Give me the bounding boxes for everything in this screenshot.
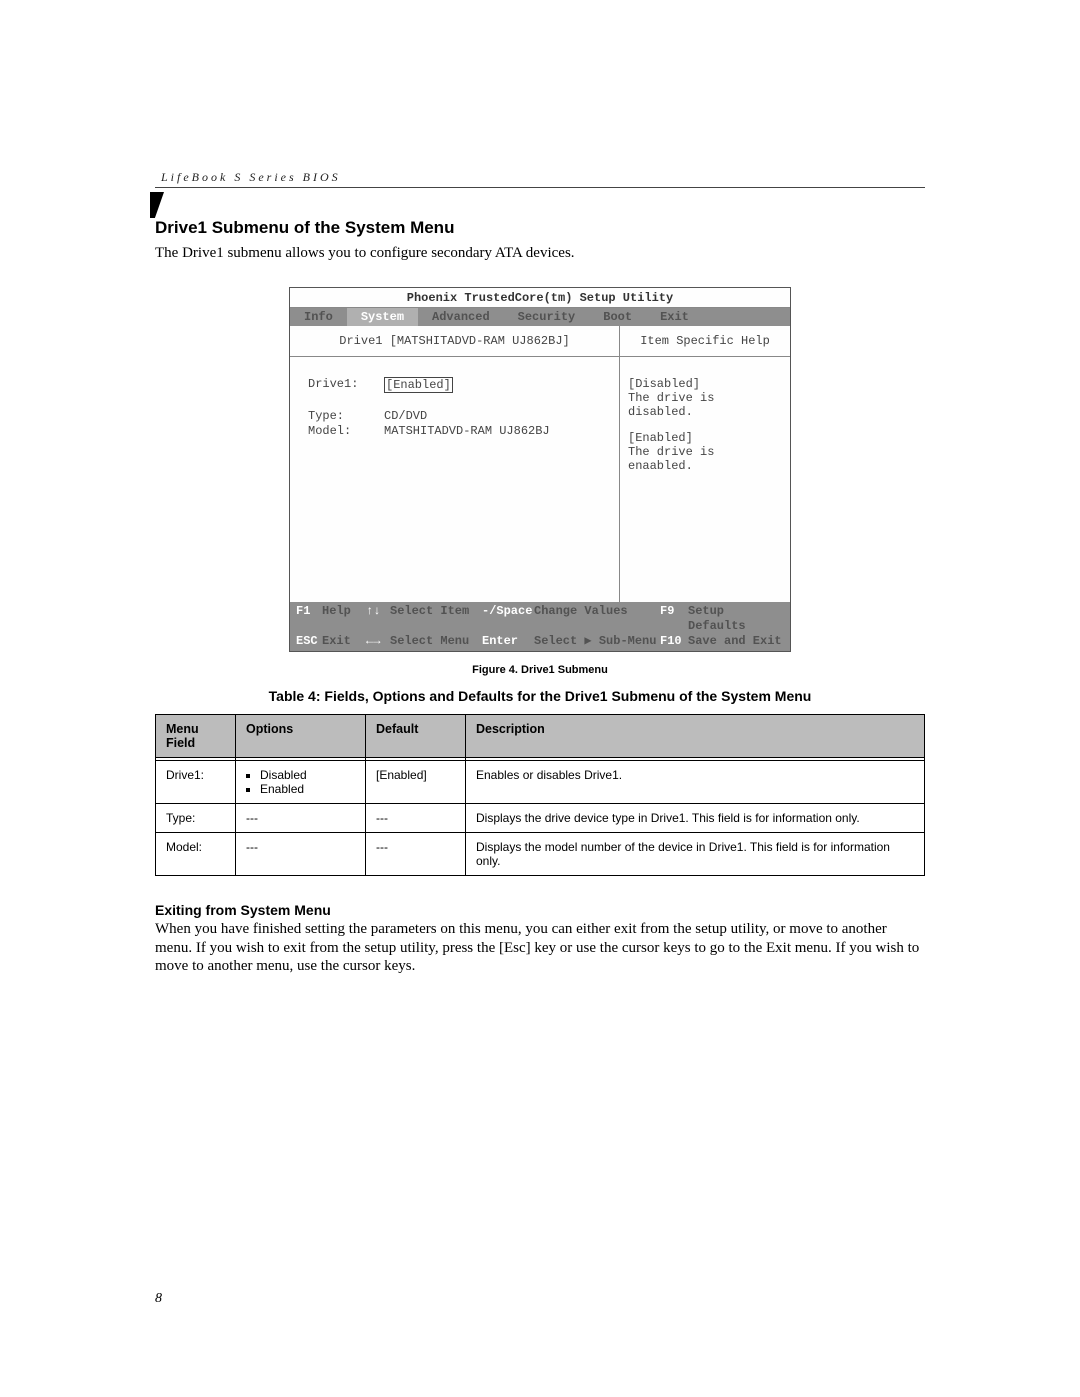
hotkey-f9-label: Setup Defaults: [688, 604, 784, 634]
table-row: Type: --- --- Displays the drive device …: [156, 803, 925, 832]
hotkey-space: -/Space: [482, 604, 534, 634]
bios-title: Phoenix TrustedCore(tm) Setup Utility: [290, 288, 790, 308]
hotkey-esc: ESC: [296, 634, 322, 649]
cell-default: ---: [366, 803, 466, 832]
bios-help-content: [Disabled] The drive is disabled. [Enabl…: [620, 357, 790, 602]
bios-window: Phoenix TrustedCore(tm) Setup Utility In…: [289, 287, 791, 652]
th-options: Options: [236, 714, 366, 757]
bios-tab-advanced[interactable]: Advanced: [418, 308, 504, 326]
hotkey-updown-icon: ↑↓: [366, 604, 390, 634]
table-row: Drive1: Disabled Enabled [Enabled] Enabl…: [156, 760, 925, 803]
cell-desc: Displays the model number of the device …: [466, 832, 925, 875]
th-description: Description: [466, 714, 925, 757]
help-disabled-text: The drive is disabled.: [628, 391, 782, 419]
section-intro: The Drive1 submenu allows you to configu…: [155, 244, 925, 263]
page-number: 8: [155, 1291, 162, 1307]
cell-desc: Enables or disables Drive1.: [466, 760, 925, 803]
hotkey-leftright-icon: ←→: [366, 634, 390, 649]
bios-type-label: Type:: [308, 409, 384, 423]
bios-model-value: MATSHITADVD-RAM UJ862BJ: [384, 424, 550, 438]
hotkey-leftright-label: Select Menu: [390, 634, 482, 649]
cell-desc: Displays the drive device type in Drive1…: [466, 803, 925, 832]
bios-tab-system[interactable]: System: [347, 308, 418, 326]
hotkey-f10-label: Save and Exit: [688, 634, 784, 649]
bios-help-header: Item Specific Help: [620, 326, 790, 357]
bios-tab-boot[interactable]: Boot: [589, 308, 646, 326]
cell-options: ---: [236, 832, 366, 875]
hotkey-space-label: Change Values: [534, 604, 660, 634]
option-item: Disabled: [260, 768, 355, 782]
cell-default: [Enabled]: [366, 760, 466, 803]
cell-field: Type:: [156, 803, 236, 832]
hotkey-enter-label: Select ▶ Sub-Menu: [534, 634, 660, 649]
bios-tab-exit[interactable]: Exit: [646, 308, 703, 326]
bios-tab-info[interactable]: Info: [290, 308, 347, 326]
bios-type-value: CD/DVD: [384, 409, 427, 423]
running-header: LifeBook S Series BIOS: [155, 170, 925, 188]
th-default: Default: [366, 714, 466, 757]
th-menu-field: Menu Field: [156, 714, 236, 757]
hotkey-f10: F10: [660, 634, 688, 649]
cell-options: Disabled Enabled: [236, 760, 366, 803]
header-triangle-icon: [150, 192, 164, 218]
bios-tab-bar: Info System Advanced Security Boot Exit: [290, 308, 790, 326]
cell-options: ---: [236, 803, 366, 832]
help-enabled-head: [Enabled]: [628, 431, 782, 445]
hotkey-enter: Enter: [482, 634, 534, 649]
hotkey-f1-label: Help: [322, 604, 366, 634]
bios-drive-value[interactable]: [Enabled]: [384, 377, 453, 393]
figure-caption: Figure 4. Drive1 Submenu: [155, 664, 925, 676]
hotkey-esc-label: Exit: [322, 634, 366, 649]
hotkey-f9: F9: [660, 604, 688, 634]
bios-tab-security[interactable]: Security: [504, 308, 590, 326]
bios-left-header: Drive1 [MATSHITADVD-RAM UJ862BJ]: [290, 326, 619, 357]
section-title: Drive1 Submenu of the System Menu: [155, 218, 925, 238]
help-enabled-text: The drive is enaabled.: [628, 445, 782, 473]
cell-field: Drive1:: [156, 760, 236, 803]
bios-left-content: Drive1: [Enabled] Type: CD/DVD Model: MA…: [290, 357, 619, 602]
hotkey-f1: F1: [296, 604, 322, 634]
option-item: Enabled: [260, 782, 355, 796]
table-header-row: Menu Field Options Default Description: [156, 714, 925, 757]
exiting-heading: Exiting from System Menu: [155, 902, 925, 918]
cell-default: ---: [366, 832, 466, 875]
hotkey-updown-label: Select Item: [390, 604, 482, 634]
cell-field: Model:: [156, 832, 236, 875]
bios-footer: F1 Help ↑↓ Select Item -/Space Change Va…: [290, 602, 790, 651]
table-row: Model: --- --- Displays the model number…: [156, 832, 925, 875]
table-caption: Table 4: Fields, Options and Defaults fo…: [155, 688, 925, 704]
exiting-text: When you have finished setting the param…: [155, 920, 925, 976]
fields-table: Menu Field Options Default Description D…: [155, 714, 925, 876]
bios-model-label: Model:: [308, 424, 384, 438]
help-disabled-head: [Disabled]: [628, 377, 782, 391]
bios-drive-label: Drive1:: [308, 377, 384, 393]
